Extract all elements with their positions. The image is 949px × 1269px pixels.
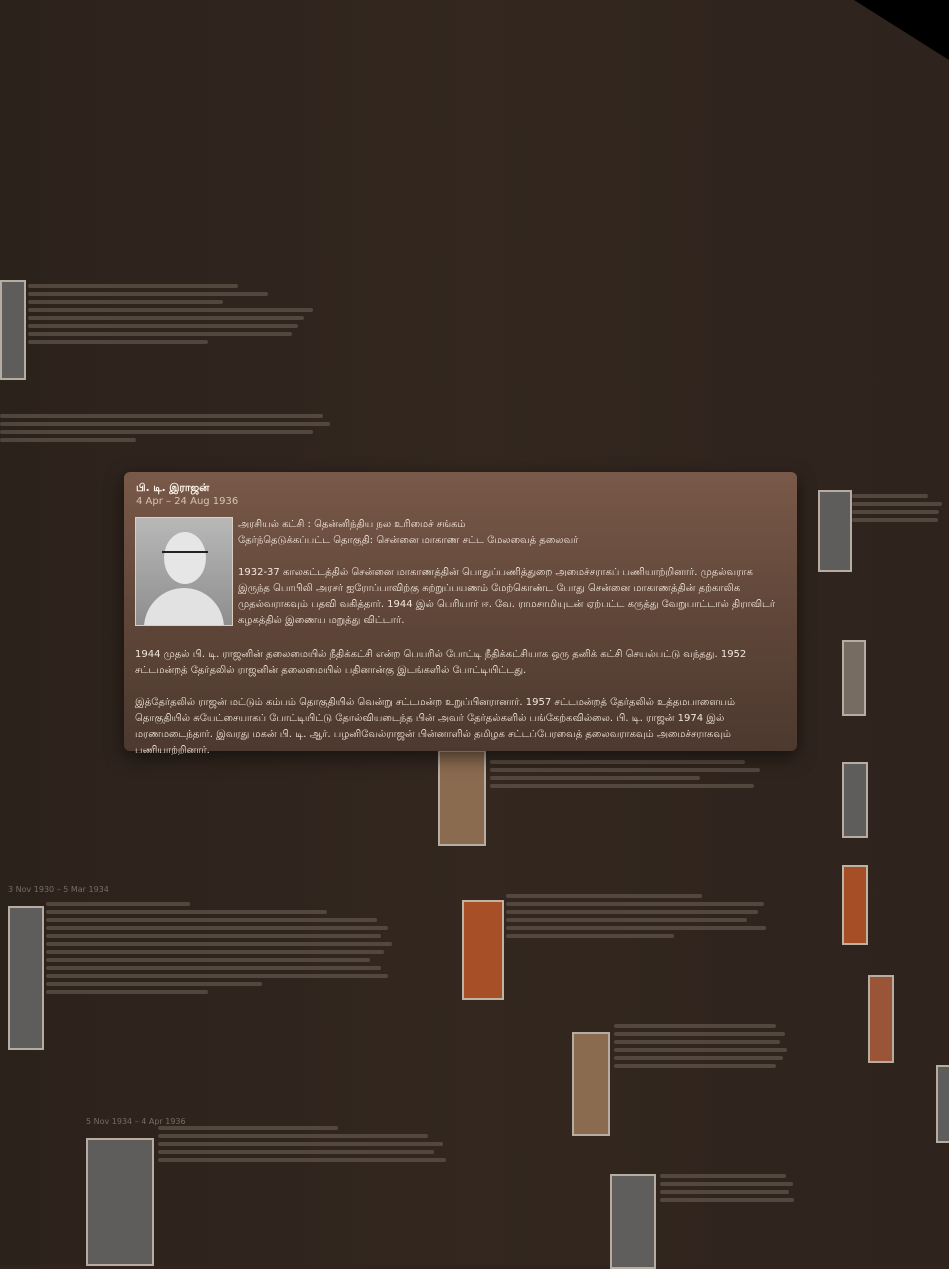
text-line: [28, 292, 268, 296]
text-line: [506, 934, 674, 938]
bg-panel-left-bottom[interactable]: 5 Nov 1934 – 4 Apr 1936: [86, 1112, 466, 1266]
portrait-image: [818, 490, 852, 572]
text-line: [46, 918, 378, 922]
text-line: [28, 340, 208, 344]
text-line: [28, 300, 223, 304]
bg-panel-left-middle[interactable]: 3 Nov 1930 – 5 Mar 1934: [8, 878, 408, 1118]
text-line: [158, 1126, 338, 1130]
text-line: [46, 990, 208, 994]
text-line: [46, 974, 388, 978]
portrait-glasses: [162, 551, 208, 563]
text-line: [490, 784, 754, 788]
text-line: [506, 910, 758, 914]
text-line: [46, 966, 381, 970]
text-line: [660, 1198, 795, 1202]
bio-paragraph-3: இத்தேர்தலில் ராஜன் மட்டும் கம்பம் தொகுதி…: [135, 697, 736, 756]
portrait-coat: [144, 588, 224, 625]
leader-portrait: [135, 517, 233, 626]
text-line: [660, 1182, 793, 1186]
text-line: [28, 324, 298, 328]
text-line: [0, 414, 323, 418]
portrait-image: [610, 1174, 656, 1269]
stamp-image: [462, 900, 504, 1000]
panel-dates: 3 Nov 1930 – 5 Mar 1934: [8, 885, 109, 894]
text-line: [158, 1158, 446, 1162]
stamp-image: [842, 865, 868, 945]
text-line: [0, 422, 330, 426]
text-line: [46, 934, 381, 938]
bg-panel-top-left[interactable]: [0, 260, 340, 470]
text-line: [614, 1040, 780, 1044]
tenure-dates: 4 Apr – 24 Aug 1936: [136, 496, 239, 507]
text-line: [506, 894, 702, 898]
text-line: [28, 308, 313, 312]
text-line: [46, 950, 385, 954]
text-line: [46, 942, 392, 946]
text-line: [506, 918, 747, 922]
portrait-image: [936, 1065, 949, 1143]
portrait-image: [842, 762, 868, 838]
leader-summary: அரசியல் கட்சி : தென்னிந்திய நல உரிமைச் ச…: [238, 517, 778, 645]
leader-info-card[interactable]: பி. டி. இராஜன் 4 Apr – 24 Aug 1936 அரசிய…: [124, 472, 797, 756]
portrait-image: [868, 975, 894, 1063]
leader-biography: 1944 முதல் பி. டி. ராஜனின் தலைமையில் நீத…: [135, 647, 780, 775]
ceiling-corner: [854, 0, 949, 60]
text-line: [28, 316, 304, 320]
bio-paragraph-1: 1932-37 காலகட்டத்தில் சென்னை மாகாணத்தின்…: [238, 567, 776, 626]
text-line: [506, 926, 767, 930]
text-line: [614, 1056, 784, 1060]
text-line: [614, 1064, 776, 1068]
portrait-image: [8, 906, 44, 1050]
text-line: [46, 902, 190, 906]
text-line: [490, 776, 700, 780]
party-line: அரசியல் கட்சி : தென்னிந்திய நல உரிமைச் ச…: [238, 519, 466, 530]
text-line: [158, 1150, 434, 1154]
bio-paragraph-2: 1944 முதல் பி. டி. ராஜனின் தலைமையில் நீத…: [135, 649, 747, 676]
text-line: [614, 1032, 785, 1036]
leader-name: பி. டி. இராஜன்: [136, 482, 210, 494]
stamp-image: [842, 640, 866, 716]
text-line: [614, 1024, 776, 1028]
constituency-line: தேர்ந்தெடுக்கப்பட்ட தொகுதி: சென்னை மாகாண…: [238, 535, 579, 546]
text-line: [46, 982, 262, 986]
text-line: [614, 1048, 787, 1052]
text-line: [852, 502, 943, 506]
text-line: [46, 926, 388, 930]
text-line: [852, 518, 938, 522]
text-line: [28, 332, 292, 336]
text-line: [0, 438, 136, 442]
text-line: [852, 494, 928, 498]
text-line: [852, 510, 940, 514]
text-line: [158, 1134, 428, 1138]
text-line: [506, 902, 764, 906]
text-line: [28, 284, 238, 288]
text-line: [660, 1174, 786, 1178]
portrait-image: [86, 1138, 154, 1266]
text-line: [46, 958, 370, 962]
text-line: [158, 1142, 443, 1146]
bg-panel-center[interactable]: [438, 750, 808, 1269]
text-line: [0, 430, 313, 434]
text-line: [660, 1190, 789, 1194]
bg-panel-right[interactable]: [812, 470, 949, 1265]
portrait-image: [0, 280, 26, 380]
text-line: [46, 910, 327, 914]
portrait-image: [572, 1032, 610, 1136]
